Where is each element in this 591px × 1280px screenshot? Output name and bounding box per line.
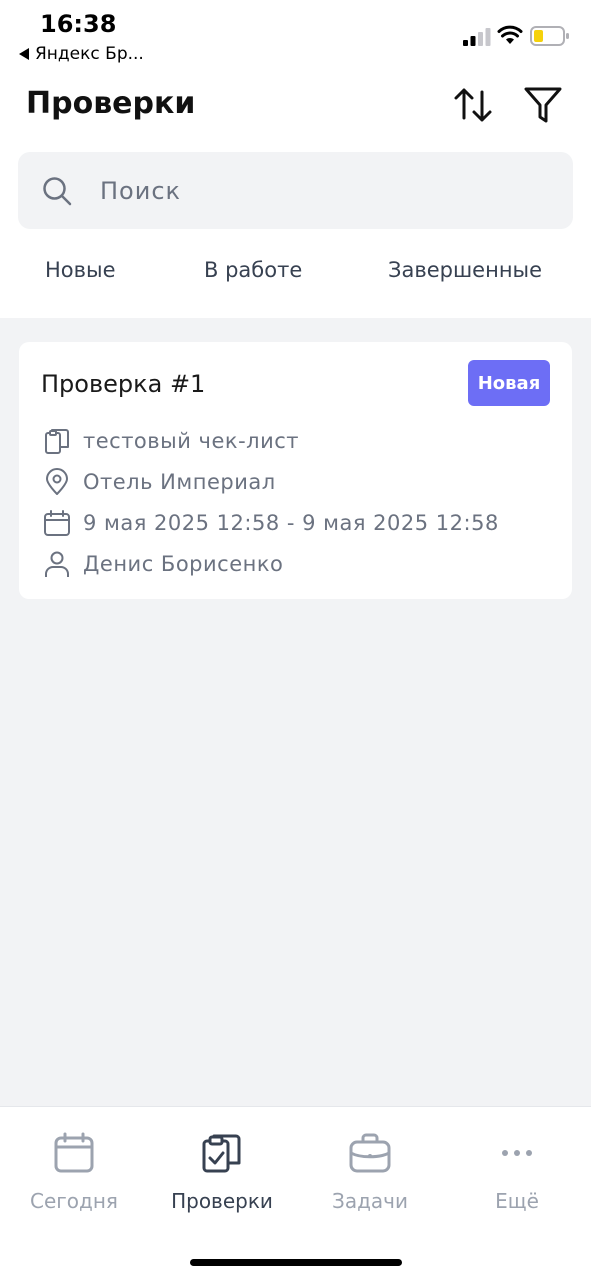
cellular-signal-icon <box>463 28 491 46</box>
nav-today[interactable]: Сегодня <box>0 1107 148 1227</box>
period-text: 9 мая 2025 12:58 - 9 мая 2025 12:58 <box>83 511 499 535</box>
home-indicator[interactable] <box>190 1259 402 1266</box>
calendar-icon <box>54 1132 94 1173</box>
bottom-nav: Сегодня Проверки Задачи Ещё <box>0 1106 591 1280</box>
card-title: Проверка #1 <box>41 370 206 398</box>
clipboard-check-icon <box>202 1134 241 1173</box>
location-name: Отель Империал <box>83 470 276 494</box>
nav-checks-label: Проверки <box>171 1189 273 1213</box>
back-app-label: Яндекс Бр... <box>35 44 144 64</box>
clipboard-copy-icon <box>45 429 69 454</box>
tab-completed[interactable]: Завершенные <box>388 258 542 282</box>
nav-checks[interactable]: Проверки <box>148 1107 296 1227</box>
status-time: 16:38 <box>40 10 117 38</box>
location-row: Отель Империал <box>43 468 276 496</box>
period-row: 9 мая 2025 12:58 - 9 мая 2025 12:58 <box>43 509 499 537</box>
user-icon <box>45 551 69 577</box>
assignee-name: Денис Борисенко <box>83 552 284 576</box>
search-box[interactable] <box>18 152 573 229</box>
inspection-card[interactable]: Проверка #1 Новая тестовый чек-лист Отел… <box>19 342 572 599</box>
nav-today-label: Сегодня <box>30 1189 118 1213</box>
assignee-row: Денис Борисенко <box>43 550 283 578</box>
wifi-icon <box>497 25 523 44</box>
status-badge: Новая <box>468 360 550 406</box>
nav-more-label: Ещё <box>495 1189 539 1213</box>
more-dots-icon <box>502 1150 532 1156</box>
tab-in-progress[interactable]: В работе <box>204 258 302 282</box>
tab-new[interactable]: Новые <box>45 258 116 282</box>
briefcase-icon <box>349 1133 391 1173</box>
checklist-name: тестовый чек-лист <box>83 429 299 453</box>
nav-tasks-label: Задачи <box>332 1189 408 1213</box>
page-title: Проверки <box>26 86 196 121</box>
calendar-icon <box>44 510 70 536</box>
back-triangle-icon <box>19 48 29 60</box>
back-to-app-link[interactable]: Яндекс Бр... <box>19 44 144 64</box>
battery-icon <box>530 26 569 46</box>
checklist-row: тестовый чек-лист <box>43 427 299 455</box>
search-icon <box>43 177 72 206</box>
nav-more[interactable]: Ещё <box>443 1107 591 1227</box>
top-panel: 16:38 Яндекс Бр... Проверки Новые В рабо… <box>0 0 591 318</box>
search-input[interactable] <box>100 170 540 212</box>
sort-arrows-icon[interactable] <box>452 84 494 126</box>
nav-tasks[interactable]: Задачи <box>296 1107 444 1227</box>
filter-funnel-icon[interactable] <box>522 84 564 126</box>
map-pin-icon <box>46 468 68 495</box>
